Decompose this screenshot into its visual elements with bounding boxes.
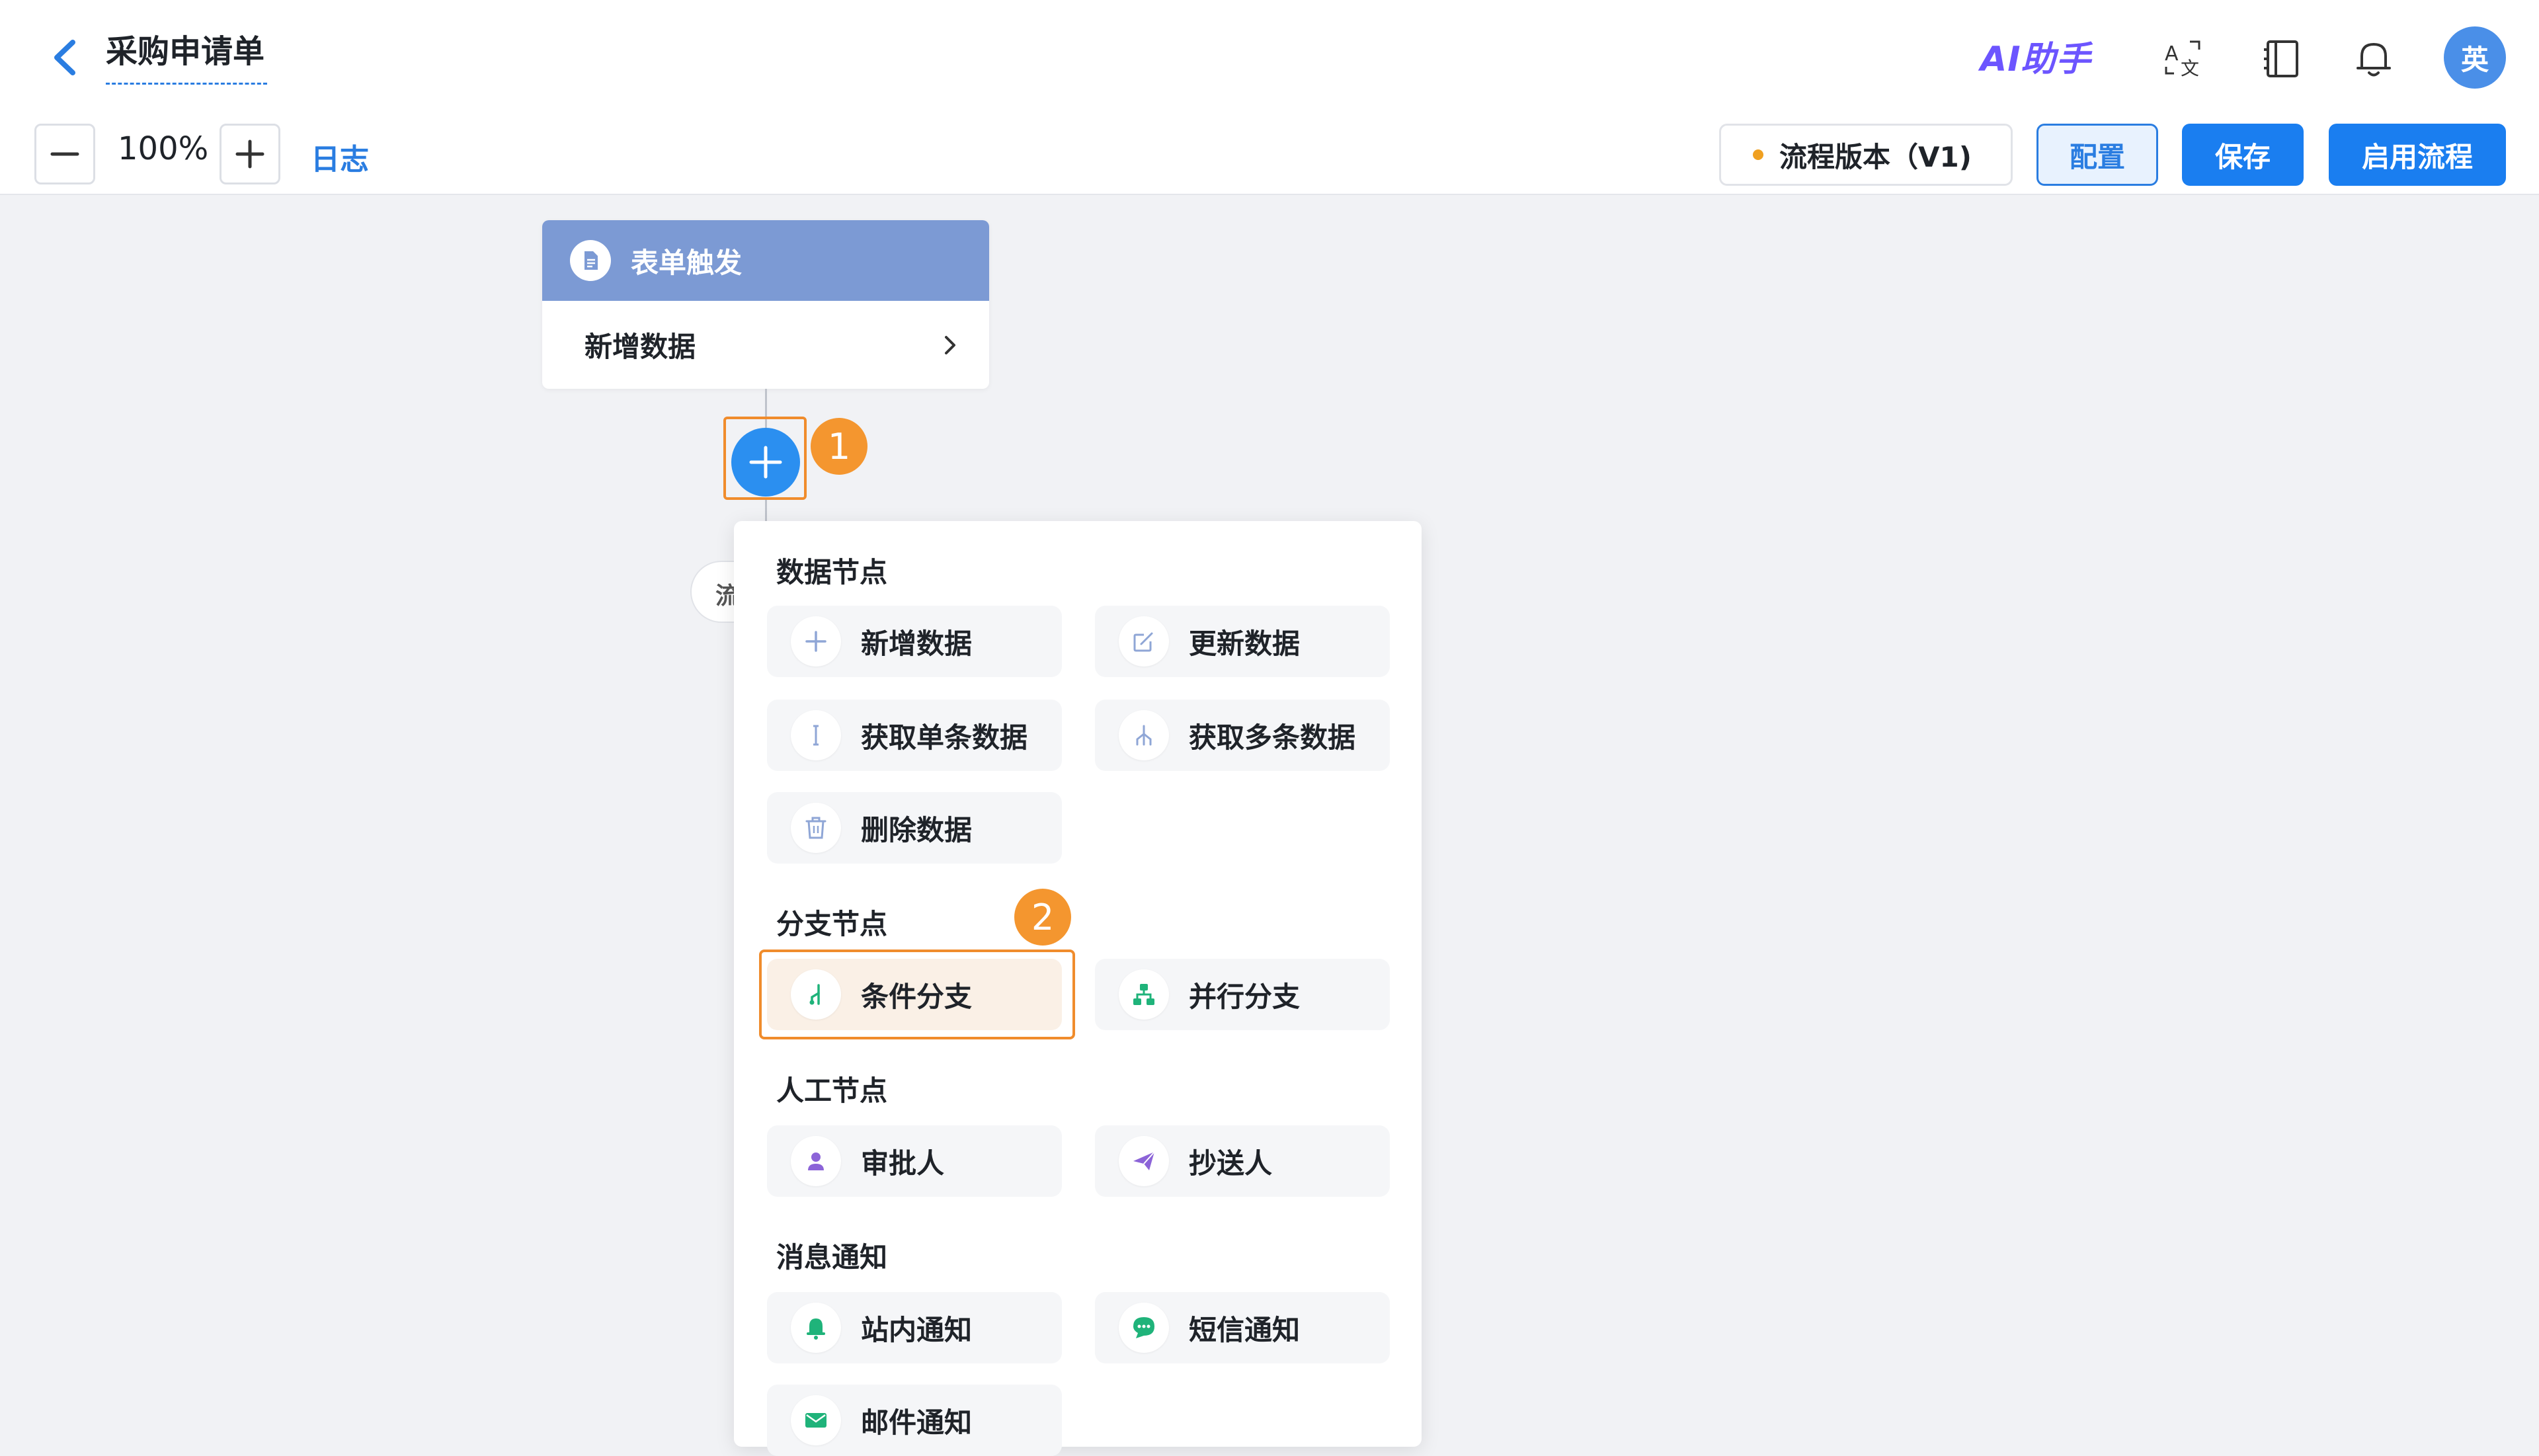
step-badge-1: 1 xyxy=(811,418,867,475)
menu-item-add-data[interactable]: 新增数据 xyxy=(767,606,1062,677)
chevron-right-icon xyxy=(945,335,955,354)
plus-icon xyxy=(235,140,264,169)
menu-item-label: 抄送人 xyxy=(1189,1147,1273,1180)
trigger-node-header: 表单触发 xyxy=(542,220,989,301)
message-icon xyxy=(1119,1303,1169,1353)
menu-item-label: 条件分支 xyxy=(861,980,973,1013)
toolbar: 100% 日志 流程版本（V1) 配置 保存 启用流程 xyxy=(0,116,2539,195)
bell-icon xyxy=(791,1303,841,1353)
save-button[interactable]: 保存 xyxy=(2182,124,2304,186)
menu-item-sms-notification[interactable]: 短信通知 xyxy=(1095,1292,1390,1363)
minus-icon xyxy=(50,152,79,156)
bell-icon[interactable] xyxy=(2351,36,2396,81)
config-button[interactable]: 配置 xyxy=(2036,124,2158,186)
mail-icon xyxy=(791,1395,841,1445)
menu-item-label: 站内通知 xyxy=(861,1313,973,1346)
menu-item-label: 短信通知 xyxy=(1189,1313,1301,1346)
page-title[interactable]: 采购申请单 xyxy=(106,30,268,85)
menu-item-label: 审批人 xyxy=(861,1147,945,1180)
menu-item-label: 邮件通知 xyxy=(861,1406,973,1439)
version-select[interactable]: 流程版本（V1) xyxy=(1719,124,2013,186)
book-icon[interactable] xyxy=(2260,36,2305,81)
section-title-manual-nodes: 人工节点 xyxy=(776,1074,888,1107)
single-record-icon xyxy=(791,710,841,760)
menu-item-condition-branch[interactable]: 条件分支 xyxy=(767,959,1062,1030)
header-bar: 采购申请单 AI助手 A 文 英 xyxy=(0,0,2539,116)
enable-flow-button[interactable]: 启用流程 xyxy=(2329,124,2506,186)
menu-item-delete-data[interactable]: 删除数据 xyxy=(767,792,1062,864)
menu-item-email-notification[interactable]: 邮件通知 xyxy=(767,1385,1062,1456)
menu-item-site-notification[interactable]: 站内通知 xyxy=(767,1292,1062,1363)
send-icon xyxy=(1119,1136,1169,1186)
svg-text:文: 文 xyxy=(2181,58,2199,79)
zoom-out-button[interactable] xyxy=(34,124,95,184)
trash-icon xyxy=(791,803,841,853)
section-title-branch-nodes: 分支节点 xyxy=(776,908,888,940)
form-icon xyxy=(570,240,611,281)
menu-item-label: 获取单条数据 xyxy=(861,721,1028,754)
menu-item-parallel-branch[interactable]: 并行分支 xyxy=(1095,959,1390,1030)
section-title-data-nodes: 数据节点 xyxy=(776,556,888,588)
back-arrow-icon[interactable] xyxy=(46,34,86,81)
approver-icon xyxy=(791,1136,841,1186)
menu-item-label: 删除数据 xyxy=(861,813,973,846)
add-node-button[interactable] xyxy=(731,428,800,497)
trigger-action-label: 新增数据 xyxy=(584,331,696,363)
menu-item-get-single-data[interactable]: 获取单条数据 xyxy=(767,700,1062,771)
menu-item-cc-recipient[interactable]: 抄送人 xyxy=(1095,1125,1390,1197)
menu-item-update-data[interactable]: 更新数据 xyxy=(1095,606,1390,677)
plus-icon xyxy=(791,616,841,667)
parallel-branch-icon xyxy=(1119,969,1169,1020)
plus-icon xyxy=(749,446,782,479)
section-title-notifications: 消息通知 xyxy=(776,1241,888,1274)
edit-icon xyxy=(1119,616,1169,667)
trigger-node-title: 表单触发 xyxy=(631,246,743,279)
form-trigger-node[interactable]: 表单触发 新增数据 xyxy=(542,220,989,389)
version-status-dot xyxy=(1753,149,1763,160)
version-label: 流程版本（V1) xyxy=(1779,140,1972,173)
step-badge-2: 2 xyxy=(1014,889,1071,946)
add-node-menu: 数据节点 新增数据 更新数据 获取单条数据 获取多条数据 删除数据 分支节点 2 xyxy=(734,521,1422,1456)
menu-item-label: 新增数据 xyxy=(861,627,973,660)
menu-item-label: 更新数据 xyxy=(1189,627,1301,660)
ai-assistant-button[interactable]: AI助手 xyxy=(1980,36,2091,83)
zoom-level: 100% xyxy=(118,130,209,167)
multi-record-icon xyxy=(1119,710,1169,760)
zoom-in-button[interactable] xyxy=(220,124,280,184)
menu-item-label: 获取多条数据 xyxy=(1189,721,1356,754)
svg-text:A: A xyxy=(2165,42,2179,65)
log-link[interactable]: 日志 xyxy=(311,136,369,178)
menu-item-label: 并行分支 xyxy=(1189,980,1301,1013)
menu-item-get-multi-data[interactable]: 获取多条数据 xyxy=(1095,700,1390,771)
connector-line xyxy=(765,497,767,524)
trigger-node-action[interactable]: 新增数据 xyxy=(542,301,989,389)
user-avatar[interactable]: 英 xyxy=(2444,26,2506,89)
menu-item-approver[interactable]: 审批人 xyxy=(767,1125,1062,1197)
condition-branch-icon xyxy=(791,969,841,1020)
translate-icon[interactable]: A 文 xyxy=(2161,36,2206,81)
